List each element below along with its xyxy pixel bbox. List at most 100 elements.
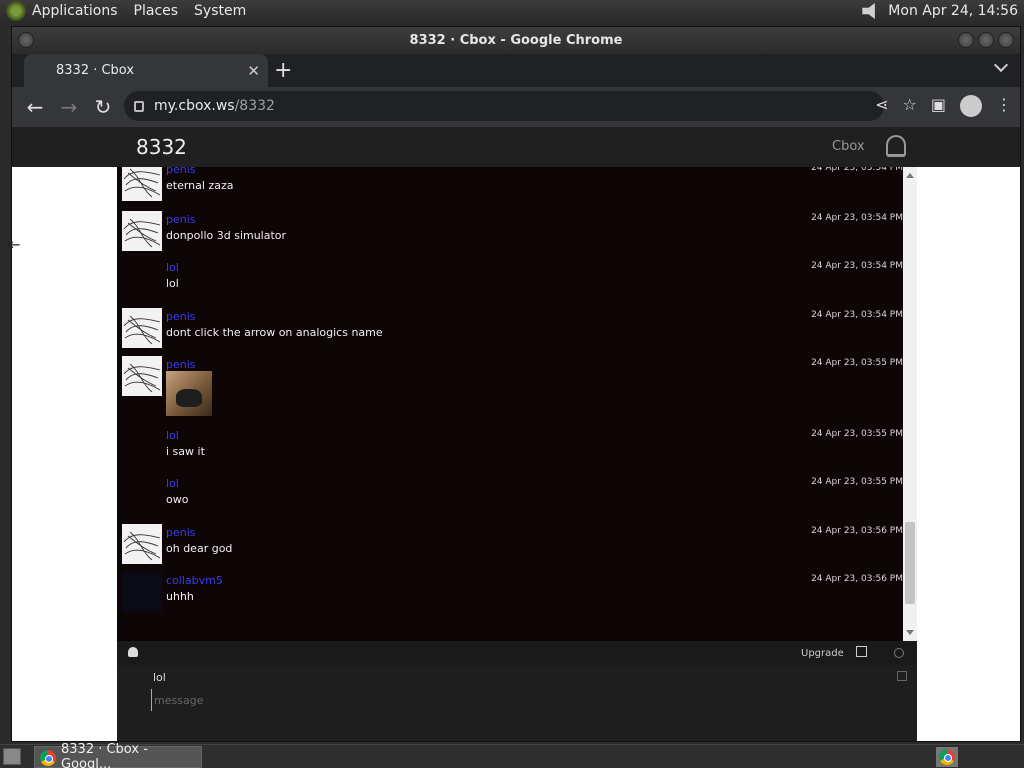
minimize-icon[interactable]	[958, 32, 974, 48]
chat-message: lol 24 Apr 23, 03:55 PM i saw it	[117, 427, 903, 475]
volume-icon[interactable]	[862, 3, 875, 19]
message-text: donpollo 3d simulator	[166, 229, 287, 242]
chat-message: penis 24 Apr 23, 03:54 PM eternal zaza	[117, 167, 903, 209]
window-menu-icon[interactable]	[18, 32, 34, 48]
message-text: eternal zaza	[166, 179, 234, 192]
message-composer: lol	[117, 665, 917, 741]
tab-title: 8332 · Cbox	[56, 63, 135, 78]
chat-message: penis 24 Apr 23, 03:54 PM donpollo 3d simu…	[117, 211, 903, 259]
message-text: dont click the arrow on analogics name	[166, 326, 383, 339]
scroll-down-icon[interactable]	[906, 630, 914, 635]
message-time: 24 Apr 23, 03:55 PM	[811, 477, 903, 487]
external-link-icon[interactable]	[856, 646, 867, 657]
message-image[interactable]	[166, 371, 212, 416]
forward-arrow-icon[interactable]: →	[54, 92, 84, 122]
menu-applications[interactable]: Applications	[32, 3, 118, 19]
mouse-cursor-icon: ⇤	[7, 235, 21, 254]
message-author[interactable]: penis	[166, 213, 196, 226]
chat-message: penis 24 Apr 23, 03:56 PM oh dear god	[117, 524, 903, 572]
message-time: 24 Apr 23, 03:55 PM	[811, 429, 903, 439]
show-desktop-icon[interactable]	[3, 748, 21, 765]
maximize-icon[interactable]	[978, 32, 994, 48]
new-tab-icon[interactable]: +	[274, 58, 292, 83]
message-author[interactable]: penis	[166, 358, 196, 371]
message-time: 24 Apr 23, 03:54 PM	[811, 167, 903, 173]
side-panel-icon[interactable]: ▣	[931, 95, 946, 117]
page-content: 8332 Cbox penis 24 Apr 23, 03:54 PM eterna…	[12, 127, 1020, 741]
message-text: owo	[166, 493, 189, 506]
tab-close-icon[interactable]: ✕	[247, 62, 260, 80]
bell-icon[interactable]	[886, 135, 906, 157]
chat-message: penis 24 Apr 23, 03:55 PM	[117, 356, 903, 418]
browser-window: 8332 · Cbox - Google Chrome 8332 · Cbox …	[11, 26, 1021, 742]
message-author[interactable]: lol	[166, 261, 179, 274]
window-title: 8332 · Cbox - Google Chrome	[409, 33, 623, 48]
back-arrow-icon[interactable]: ←	[20, 92, 50, 122]
taskbar-item-chrome[interactable]: 8332 · Cbox - Googl...	[34, 742, 202, 768]
message-author[interactable]: penis	[166, 310, 196, 323]
address-bar[interactable]: my.cbox.ws/8332	[124, 91, 884, 121]
scroll-up-icon[interactable]	[906, 173, 914, 178]
scroll-thumb[interactable]	[905, 522, 915, 604]
avatar[interactable]	[122, 308, 162, 348]
message-text: oh dear god	[166, 542, 233, 555]
bookmark-star-icon[interactable]: ☆	[903, 95, 917, 117]
message-author[interactable]: collabvm5	[166, 574, 223, 587]
message-time: 24 Apr 23, 03:55 PM	[811, 358, 903, 368]
user-icon[interactable]	[128, 647, 138, 657]
distro-logo-icon[interactable]	[6, 1, 26, 21]
page-title: 8332	[136, 135, 187, 159]
avatar[interactable]	[122, 167, 162, 201]
chat-footer: Upgrade	[117, 641, 917, 665]
chat-scrollbar[interactable]	[903, 167, 917, 641]
menu-system[interactable]: System	[194, 3, 246, 19]
taskbar-item-label: 8332 · Cbox - Googl...	[61, 742, 148, 768]
message-time: 24 Apr 23, 03:54 PM	[811, 310, 903, 320]
message-input[interactable]	[151, 689, 891, 711]
chrome-tray-icon	[939, 749, 955, 765]
url-host: my.cbox.ws	[154, 98, 235, 114]
menu-kebab-icon[interactable]: ⋮	[996, 95, 1012, 117]
message-author[interactable]: lol	[166, 429, 179, 442]
message-text: lol	[166, 277, 179, 290]
cbox-brand-link[interactable]: Cbox	[832, 139, 865, 154]
message-author[interactable]: penis	[166, 526, 196, 539]
tray-chrome[interactable]	[936, 747, 958, 767]
tab-strip: 8332 · Cbox ✕ +	[12, 54, 1020, 87]
window-titlebar[interactable]: 8332 · Cbox - Google Chrome	[12, 27, 1020, 54]
lock-icon[interactable]	[134, 100, 144, 112]
chat-message: lol 24 Apr 23, 03:55 PM owo	[117, 475, 903, 523]
chat-message: lol 24 Apr 23, 03:54 PM lol	[117, 259, 903, 307]
url-path: /8332	[234, 98, 275, 114]
menu-places[interactable]: Places	[134, 3, 179, 19]
avatar[interactable]	[122, 572, 162, 612]
message-author[interactable]: penis	[166, 167, 196, 176]
share-icon[interactable]: ⋖	[875, 95, 888, 117]
status-icon	[894, 648, 904, 658]
chrome-icon	[40, 750, 56, 766]
panel-tray: Mon Apr 24, 14:56	[862, 3, 1018, 19]
tab-cbox[interactable]: 8332 · Cbox ✕	[24, 54, 268, 87]
tab-search-chevron-icon[interactable]	[993, 57, 1009, 73]
avatar[interactable]	[122, 356, 162, 396]
toolbar-actions: ⋖ ☆ ▣ ⋮	[875, 95, 1012, 117]
message-author[interactable]: lol	[166, 477, 179, 490]
upgrade-link[interactable]: Upgrade	[801, 648, 844, 659]
close-window-icon[interactable]	[998, 32, 1014, 48]
message-time: 24 Apr 23, 03:54 PM	[811, 213, 903, 223]
avatar[interactable]	[122, 211, 162, 251]
profile-avatar-icon[interactable]	[960, 95, 982, 117]
message-time: 24 Apr 23, 03:54 PM	[811, 261, 903, 271]
message-text: uhhh	[166, 590, 194, 603]
message-time: 24 Apr 23, 03:56 PM	[811, 526, 903, 536]
avatar[interactable]	[122, 524, 162, 564]
chat-message: penis 24 Apr 23, 03:54 PM dont click the a…	[117, 308, 903, 356]
logout-icon[interactable]	[897, 671, 907, 681]
message-text: i saw it	[166, 445, 205, 458]
chat-messages[interactable]: penis 24 Apr 23, 03:54 PM eternal zaza peni…	[117, 167, 917, 641]
reload-icon[interactable]: ↻	[88, 92, 118, 122]
chat-message: collabvm5 24 Apr 23, 03:56 PM uhhh	[117, 572, 903, 620]
name-field[interactable]: lol	[153, 671, 166, 684]
site-header: 8332 Cbox	[12, 127, 1020, 167]
panel-clock[interactable]: Mon Apr 24, 14:56	[888, 3, 1018, 19]
